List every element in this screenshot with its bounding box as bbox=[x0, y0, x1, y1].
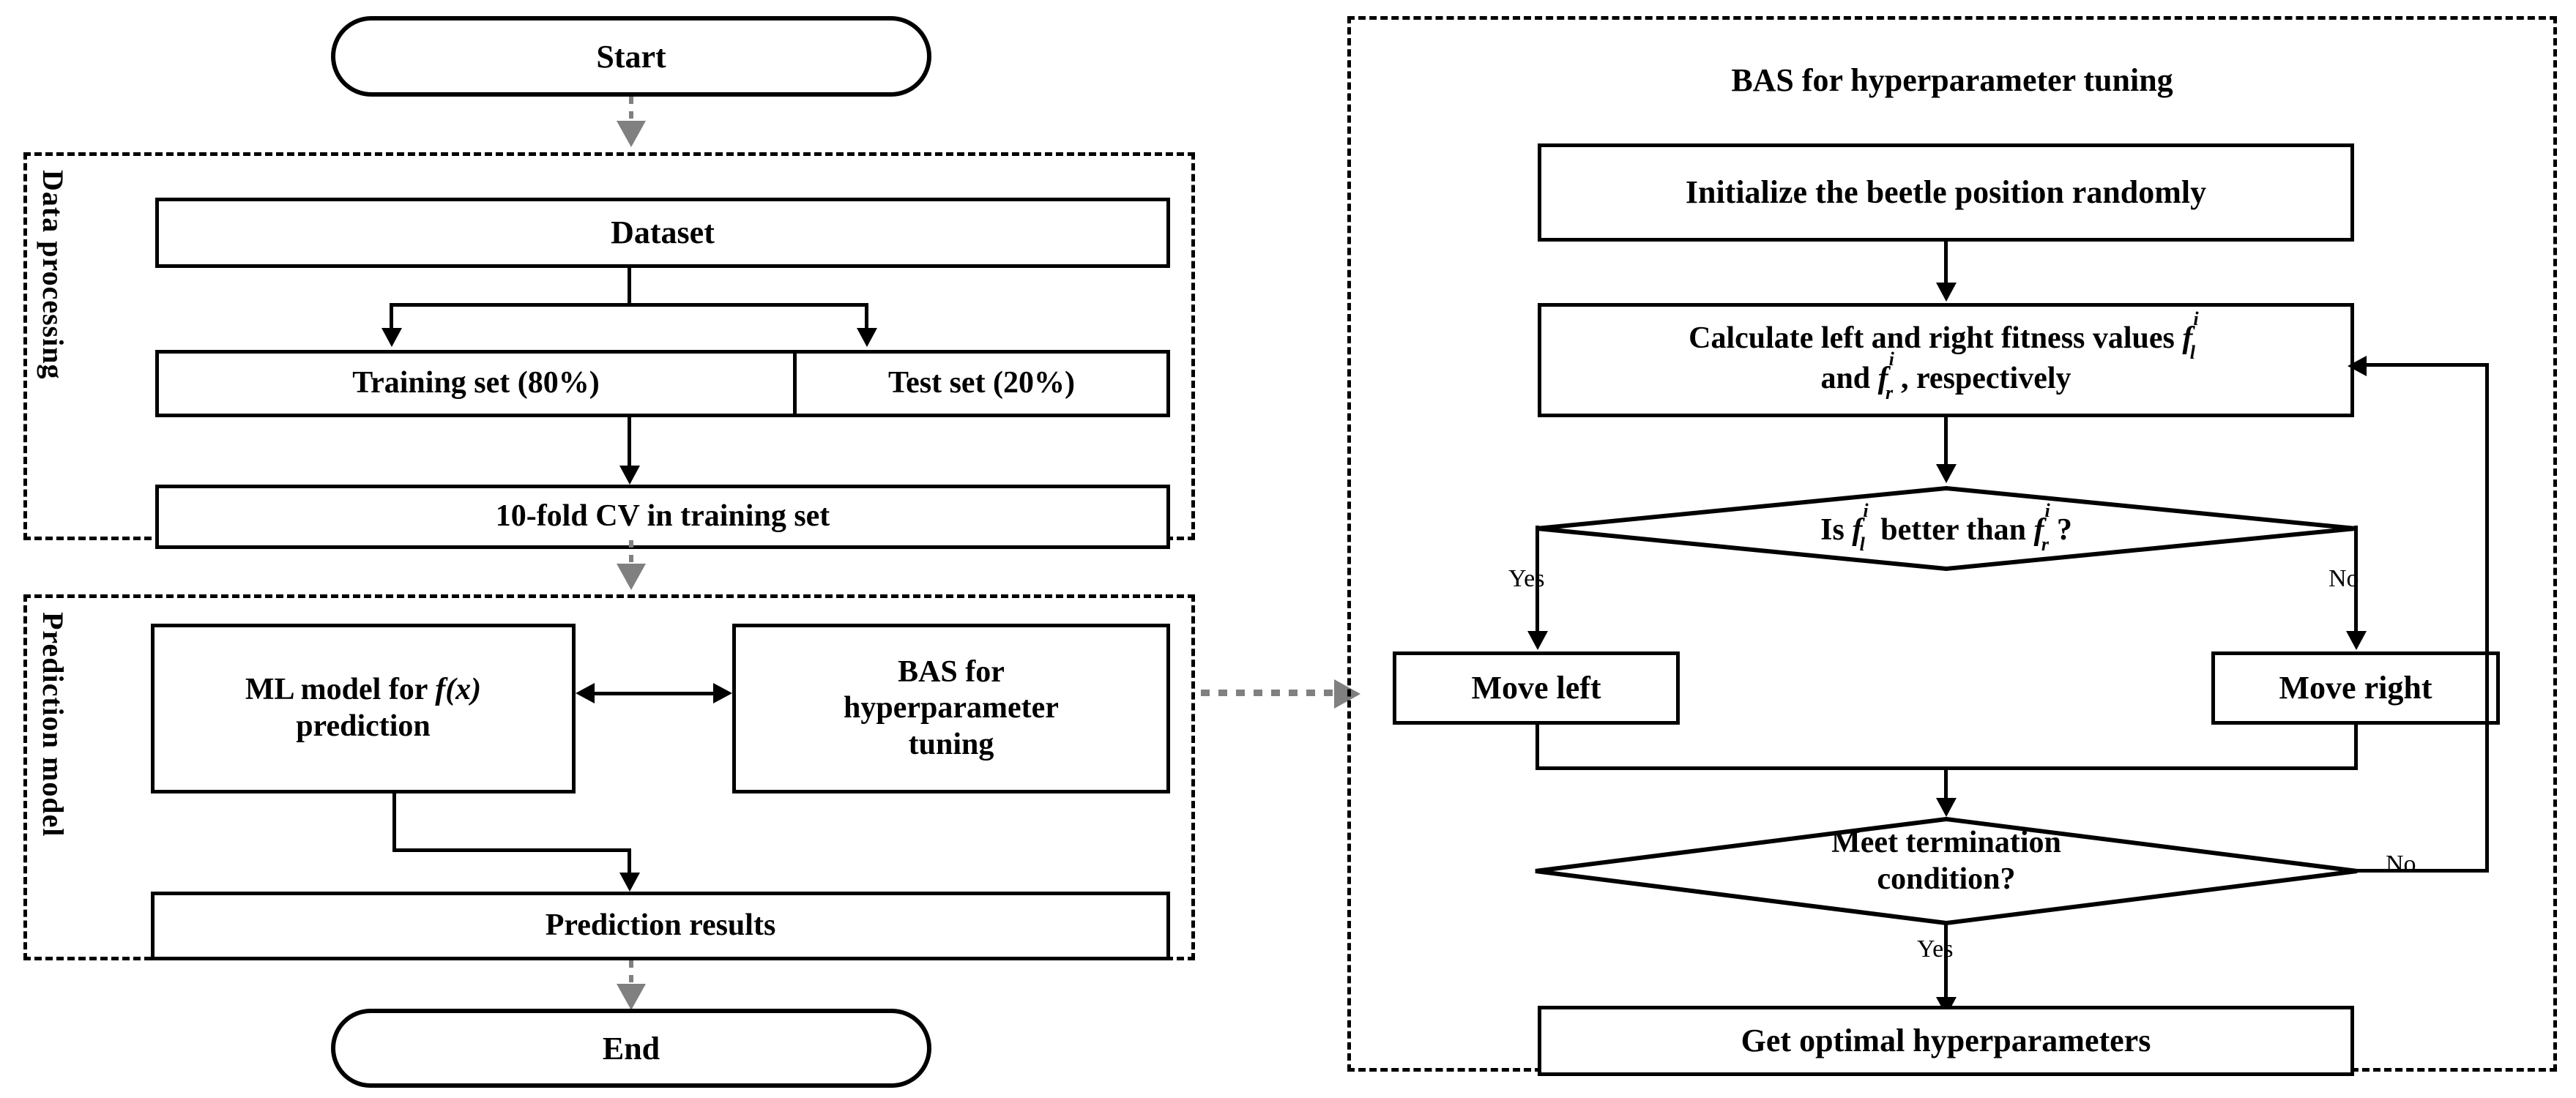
ml-to-results-stem bbox=[392, 793, 396, 852]
get-optimal-label: Get optimal hyperparameters bbox=[1741, 1023, 2151, 1059]
compare-prefix: Is bbox=[1820, 513, 1844, 547]
bas-to-rightpanel-dotted-line bbox=[1201, 690, 1340, 696]
test-set-box: Test set (20%) bbox=[793, 350, 1170, 417]
initialize-to-calculate-arrowhead bbox=[1936, 283, 1957, 302]
prediction-results-label: Prediction results bbox=[545, 908, 776, 943]
calculate-to-compare-line bbox=[1944, 417, 1948, 468]
prediction-model-group-label: Prediction model bbox=[37, 612, 70, 837]
bas-algorithm-title: BAS for hyperparameter tuning bbox=[1347, 61, 2557, 99]
data-processing-group-label: Data processing bbox=[37, 170, 70, 380]
training-to-cv-arrowhead bbox=[619, 466, 640, 485]
termination-no-return-line bbox=[2365, 363, 2487, 367]
start-to-dataprocessing-arrowhead bbox=[617, 121, 646, 147]
dataset-box: Dataset bbox=[155, 198, 1170, 268]
bas-tuning-label: BAS for hyperparameter tuning bbox=[836, 654, 1066, 763]
end-terminator: End bbox=[331, 1009, 931, 1088]
prediction-results-box: Prediction results bbox=[151, 892, 1170, 960]
f-left-sub: l bbox=[2189, 341, 2195, 363]
termination-no-line bbox=[2357, 869, 2489, 873]
termination-no-return-arrowhead bbox=[2348, 356, 2367, 376]
dataset-to-training-arrowhead bbox=[381, 328, 402, 347]
cmp-f-right-sub: r bbox=[2041, 534, 2049, 556]
termination-no-label: No bbox=[2386, 851, 2416, 878]
bas-line-2: hyperparameter bbox=[844, 691, 1059, 725]
dataset-split-bar bbox=[390, 303, 868, 307]
compare-suffix: ? bbox=[2056, 513, 2072, 547]
calculate-fitness-box: Calculate left and right fitness values … bbox=[1538, 303, 2354, 417]
move-merge-arrowhead bbox=[1936, 798, 1957, 817]
start-terminator: Start bbox=[331, 16, 931, 97]
calculate-f-right-math: fir bbox=[1878, 348, 1901, 404]
dataset-to-test-arrowhead bbox=[857, 328, 877, 347]
move-left-box: Move left bbox=[1393, 651, 1680, 725]
ml-bas-arrowhead-right bbox=[713, 683, 732, 703]
dataset-split-stem bbox=[628, 268, 631, 305]
end-label: End bbox=[602, 1030, 660, 1067]
calculate-f-left-math: fil bbox=[2182, 308, 2203, 363]
dataset-split-left-drop bbox=[390, 303, 393, 331]
compare-f-right-math: fir bbox=[2034, 500, 2057, 556]
termination-decision-text: Meet termination condition? bbox=[1533, 824, 2359, 898]
move-right-merge-drop bbox=[2354, 725, 2358, 770]
initialize-to-calculate-line bbox=[1944, 242, 1948, 287]
compare-middle: better than bbox=[1880, 513, 2026, 547]
termination-line-1: Meet termination bbox=[1831, 826, 2061, 859]
cmp-f-right-sup: i bbox=[2044, 499, 2050, 521]
cv-box: 10-fold CV in training set bbox=[155, 485, 1170, 549]
ml-bas-arrowhead-left bbox=[576, 683, 595, 703]
move-right-box: Move right bbox=[2211, 651, 2500, 725]
f-left-sup: i bbox=[2193, 307, 2199, 329]
calculate-to-compare-arrowhead bbox=[1936, 464, 1957, 483]
ml-model-fx: f(x) bbox=[435, 673, 482, 707]
calculate-fitness-line1: Calculate left and right fitness values bbox=[1689, 321, 2175, 355]
bas-line-3: tuning bbox=[908, 727, 994, 761]
cmp-f-left-sup: i bbox=[1863, 499, 1869, 521]
cmp-f-left-sub: l bbox=[1859, 534, 1865, 556]
dataset-split-right-drop bbox=[865, 303, 868, 331]
bas-line-1: BAS for bbox=[898, 654, 1005, 689]
ml-to-results-bar bbox=[392, 848, 631, 852]
ml-model-label: ML model for f(x) prediction bbox=[238, 672, 488, 744]
bas-tuning-box: BAS for hyperparameter tuning bbox=[732, 624, 1170, 793]
predictionmodel-to-end-arrowhead bbox=[617, 984, 646, 1010]
termination-line-2: condition? bbox=[1877, 862, 2016, 897]
ml-model-text-b: prediction bbox=[296, 709, 431, 743]
move-merge-stem bbox=[1944, 766, 1948, 802]
termination-yes-label: Yes bbox=[1917, 935, 1954, 963]
compare-yes-arrowhead bbox=[1527, 631, 1548, 650]
initialize-box: Initialize the beetle position randomly bbox=[1538, 143, 2354, 242]
training-set-box: Training set (80%) bbox=[155, 350, 797, 417]
ml-to-results-arrowhead bbox=[619, 873, 640, 892]
get-optimal-hyperparameters-box: Get optimal hyperparameters bbox=[1538, 1006, 2354, 1076]
ml-bas-bidirectional-line bbox=[590, 692, 728, 695]
compare-f-left-math: fil bbox=[1852, 500, 1872, 556]
f-right-sub: r bbox=[1885, 382, 1894, 404]
test-set-label: Test set (20%) bbox=[887, 366, 1076, 400]
dataset-label: Dataset bbox=[611, 214, 715, 251]
ml-model-box: ML model for f(x) prediction bbox=[151, 624, 576, 793]
ml-model-text-a: ML model for bbox=[245, 673, 436, 707]
termination-no-riser bbox=[2485, 363, 2489, 871]
calculate-fitness-line2-suffix: , respectively bbox=[1901, 362, 2071, 395]
bas-algorithm-title-text: BAS for hyperparameter tuning bbox=[1731, 62, 2173, 98]
compare-no-arrowhead bbox=[2346, 631, 2367, 650]
move-left-merge-drop bbox=[1535, 725, 1539, 770]
cv-label: 10-fold CV in training set bbox=[495, 499, 830, 534]
dataprocessing-to-predictionmodel-arrowhead bbox=[617, 564, 646, 590]
compare-fitness-decision-text: Is fil better than fir? bbox=[1535, 500, 2358, 556]
compare-no-label: No bbox=[2329, 565, 2359, 592]
f-right-sup: i bbox=[1888, 348, 1894, 370]
move-right-label: Move right bbox=[2279, 670, 2432, 706]
start-label: Start bbox=[596, 38, 666, 75]
training-set-label: Training set (80%) bbox=[352, 366, 600, 400]
training-to-cv-line bbox=[628, 417, 631, 470]
flowchart-canvas: Start Data processing Dataset Training s… bbox=[0, 0, 2576, 1098]
calculate-fitness-label: Calculate left and right fitness values … bbox=[1681, 308, 2211, 404]
compare-yes-label: Yes bbox=[1508, 565, 1545, 592]
calculate-fitness-line2-prefix: and bbox=[1820, 362, 1871, 395]
initialize-label: Initialize the beetle position randomly bbox=[1685, 174, 2207, 211]
move-left-label: Move left bbox=[1471, 670, 1601, 706]
